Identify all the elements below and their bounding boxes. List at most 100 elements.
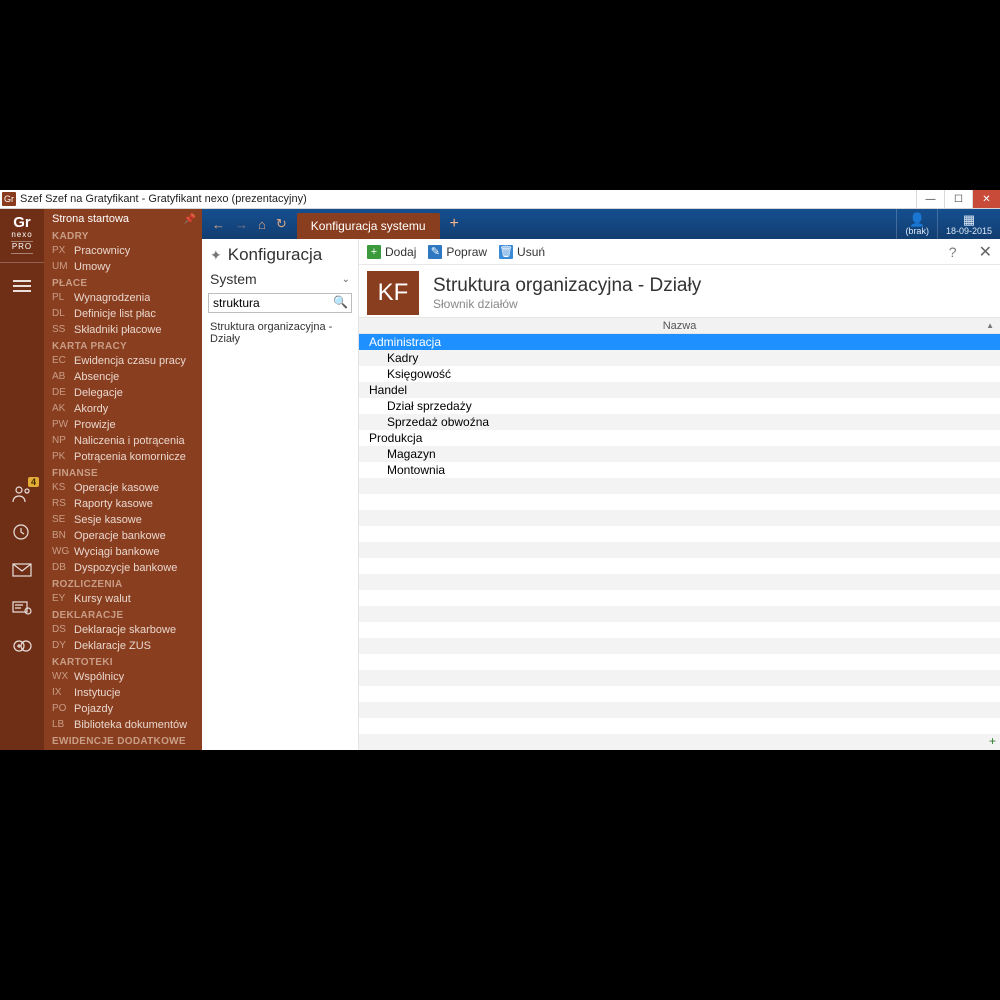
nav-item[interactable]: PLWynagrodzenia [44, 290, 202, 306]
people-icon[interactable]: 4 [9, 481, 35, 507]
chevron-down-icon: ⌄ [342, 274, 350, 285]
nav-item[interactable]: SSSkładniki płacowe [44, 322, 202, 338]
nav-item[interactable]: AKAkordy [44, 401, 202, 417]
empty-row [359, 478, 1000, 494]
tree-row[interactable]: Dział sprzedaży [359, 398, 1000, 414]
empty-row [359, 718, 1000, 734]
empty-row [359, 670, 1000, 686]
window-title: Szef Szef na Gratyfikant - Gratyfikant n… [20, 193, 916, 205]
tree-row[interactable]: Handel [359, 382, 1000, 398]
empty-row [359, 558, 1000, 574]
date-widget[interactable]: ▦ 18-09-2015 [937, 209, 1000, 239]
add-row-icon[interactable]: + [989, 734, 996, 748]
column-header[interactable]: Nazwa ▲ [359, 317, 1000, 334]
clock-icon[interactable] [9, 519, 35, 545]
empty-row [359, 734, 1000, 750]
search-result-item[interactable]: Struktura organizacyjna - Działy [202, 317, 358, 349]
window-maximize-button[interactable]: ☐ [944, 190, 972, 208]
nav-item[interactable]: RSRaporty kasowe [44, 496, 202, 512]
nav-item[interactable]: ABAbsencje [44, 369, 202, 385]
search-icon[interactable]: 🔍 [333, 295, 348, 309]
pencil-icon: ✎ [428, 245, 442, 259]
config-search-input[interactable] [208, 293, 352, 313]
add-button[interactable]: +Dodaj [367, 245, 416, 259]
nav-category: KADRY [44, 228, 202, 243]
section-system[interactable]: System ⌄ [202, 269, 358, 291]
nav-item[interactable]: DBDyspozycje bankowe [44, 560, 202, 576]
window-close-button[interactable]: ✕ [972, 190, 1000, 208]
nav-item[interactable]: PXPracownicy [44, 243, 202, 259]
empty-row [359, 542, 1000, 558]
nav-category: KARTOTEKI [44, 654, 202, 669]
tree-row[interactable]: Produkcja [359, 430, 1000, 446]
user-widget[interactable]: 👤 (brak) [896, 209, 937, 239]
empty-row [359, 526, 1000, 542]
empty-row [359, 702, 1000, 718]
tree-row[interactable]: Montownia [359, 462, 1000, 478]
nav-category: PŁACE [44, 275, 202, 290]
nav-category: ROZLICZENIA [44, 576, 202, 591]
sync-icon[interactable] [9, 633, 35, 659]
menu-icon[interactable] [9, 273, 35, 299]
tab-active[interactable]: Konfiguracja systemu [297, 213, 440, 239]
app-icon: Gr [2, 192, 16, 206]
nav-item[interactable]: ECEwidencja czasu pracy [44, 353, 202, 369]
nav-item[interactable]: EYKursy walut [44, 591, 202, 607]
nav-item[interactable]: UMUmowy [44, 259, 202, 275]
empty-row [359, 654, 1000, 670]
trash-icon: 🗑 [499, 245, 513, 259]
mail-icon[interactable] [9, 557, 35, 583]
gear-icon: ✦ [210, 247, 222, 264]
departments-tree: AdministracjaKadryKsięgowośćHandelDział … [359, 334, 1000, 750]
nav-item[interactable]: NPNaliczenia i potrącenia [44, 433, 202, 449]
config-tree-pane: ✦ Konfiguracja System ⌄ 🔍 Struktura orga… [202, 239, 359, 750]
empty-row [359, 638, 1000, 654]
nav-item[interactable]: DYDeklaracje ZUS [44, 638, 202, 654]
nav-back-icon[interactable]: ← [212, 217, 225, 232]
window-minimize-button[interactable]: — [916, 190, 944, 208]
nav-item[interactable]: IXInstytucje [44, 685, 202, 701]
nav-item[interactable]: KSOperacje kasowe [44, 480, 202, 496]
tree-row[interactable]: Księgowość [359, 366, 1000, 382]
nav-refresh-icon[interactable]: ↻ [276, 216, 287, 232]
pin-icon[interactable]: 📌 [184, 214, 196, 225]
user-icon: 👤 [909, 213, 925, 226]
nav-item[interactable]: PKPotrącenia komornicze [44, 449, 202, 465]
nav-item[interactable]: PWProwizje [44, 417, 202, 433]
tree-row[interactable]: Kadry [359, 350, 1000, 366]
tree-row[interactable]: Magazyn [359, 446, 1000, 462]
nav-item[interactable]: DEDelegacje [44, 385, 202, 401]
nav-category: KARTA PRACY [44, 338, 202, 353]
tab-add-button[interactable]: + [440, 209, 469, 239]
brand-logo: Gr nexo PRO [11, 209, 32, 258]
page-title: Struktura organizacyjna - Działy [433, 275, 701, 297]
nav-item[interactable]: DSDeklaracje skarbowe [44, 622, 202, 638]
nav-item[interactable]: LBBiblioteka dokumentów [44, 717, 202, 733]
page-subtitle: Słownik działów [433, 297, 701, 311]
edit-button[interactable]: ✎Popraw [428, 245, 487, 259]
empty-row [359, 622, 1000, 638]
close-pane-button[interactable]: ✕ [979, 242, 992, 262]
nav-item[interactable]: POPojazdy [44, 701, 202, 717]
nav-start-page[interactable]: Strona startowa📌 [44, 209, 202, 228]
nav-item[interactable]: BNOperacje bankowe [44, 528, 202, 544]
nav-forward-icon[interactable]: → [235, 217, 248, 232]
nav-category: EWIDENCJE DODATKOWE [44, 733, 202, 748]
module-badge: KF [367, 271, 419, 315]
plus-icon: + [367, 245, 381, 259]
certificate-icon[interactable] [9, 595, 35, 621]
nav-item[interactable]: SESesje kasowe [44, 512, 202, 528]
module-nav: Strona startowa📌 KADRYPXPracownicyUMUmow… [44, 209, 202, 750]
tree-row[interactable]: Sprzedaż obwoźna [359, 414, 1000, 430]
nav-item[interactable]: DLDefinicje list płac [44, 306, 202, 322]
nav-item[interactable]: WGWyciągi bankowe [44, 544, 202, 560]
empty-row [359, 686, 1000, 702]
help-button[interactable]: ? [949, 244, 957, 260]
icon-sidebar: Gr nexo PRO 4 [0, 209, 44, 750]
nav-item[interactable]: DDDekretacja dokumentów [44, 748, 202, 750]
empty-row [359, 590, 1000, 606]
nav-item[interactable]: WXWspólnicy [44, 669, 202, 685]
delete-button[interactable]: 🗑Usuń [499, 245, 545, 259]
tree-row[interactable]: Administracja [359, 334, 1000, 350]
nav-home-icon[interactable]: ⌂ [258, 217, 266, 232]
